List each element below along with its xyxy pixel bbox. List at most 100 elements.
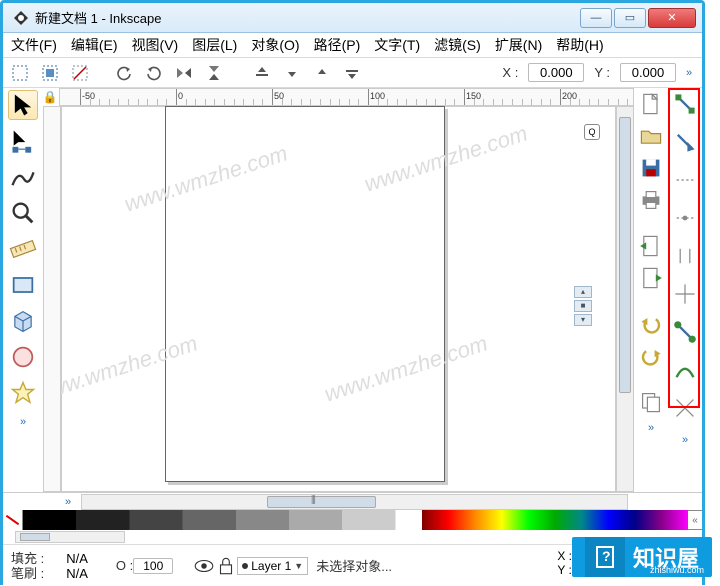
app-icon bbox=[13, 10, 29, 26]
menu-path[interactable]: 路径(P) bbox=[314, 35, 361, 55]
stroke-value[interactable]: N/A bbox=[66, 566, 88, 581]
layer-lock-icon[interactable] bbox=[215, 556, 237, 576]
layer-visibility-icon[interactable] bbox=[193, 556, 215, 576]
minimize-button[interactable]: — bbox=[580, 8, 612, 28]
brand-icon bbox=[585, 537, 625, 577]
tool-node[interactable] bbox=[8, 126, 38, 156]
selection-message: 未选择对象... bbox=[316, 556, 392, 575]
window-title: 新建文档 1 - Inkscape bbox=[35, 8, 580, 27]
menu-filter[interactable]: 滤镜(S) bbox=[434, 35, 481, 55]
tool-selector[interactable] bbox=[8, 90, 38, 120]
toolbox: » bbox=[3, 88, 43, 492]
horizontal-ruler[interactable]: -50050100150200250 bbox=[59, 88, 634, 106]
layer-selector[interactable]: Layer 1 ▼ bbox=[237, 557, 308, 575]
titlebar[interactable]: 新建文档 1 - Inkscape — ▭ ✕ bbox=[3, 3, 702, 33]
tool-rect[interactable] bbox=[8, 270, 38, 300]
quick-zoom-icon[interactable]: Q bbox=[584, 124, 600, 140]
cmd-save-icon[interactable] bbox=[639, 156, 663, 180]
snap-panel: » bbox=[668, 88, 702, 492]
menu-edit[interactable]: 编辑(E) bbox=[71, 35, 118, 55]
app-window: 新建文档 1 - Inkscape — ▭ ✕ 文件(F) 编辑(E) 视图(V… bbox=[0, 0, 705, 585]
cmd-undo-icon[interactable] bbox=[639, 312, 663, 336]
opt-select-inlayer-icon[interactable] bbox=[37, 61, 63, 85]
menu-text[interactable]: 文字(T) bbox=[374, 35, 420, 55]
opt-rotate-ccw-icon[interactable] bbox=[111, 61, 137, 85]
tool-circle[interactable] bbox=[8, 342, 38, 372]
coord-y-label: Y : bbox=[594, 65, 610, 80]
coord-x-label: X : bbox=[502, 65, 518, 80]
page-boundary bbox=[165, 106, 445, 482]
menu-extension[interactable]: 扩展(N) bbox=[495, 35, 542, 55]
snap-intersection-icon[interactable] bbox=[673, 396, 697, 420]
fill-label: 填充 : bbox=[11, 551, 44, 566]
opt-rotate-cw-icon[interactable] bbox=[141, 61, 167, 85]
guides-lock-icon[interactable]: 🔒 bbox=[41, 88, 59, 106]
brand-url: zhishiwu.com bbox=[650, 565, 704, 575]
snap-corner-icon[interactable] bbox=[673, 206, 697, 230]
tool-measure[interactable] bbox=[8, 234, 38, 264]
horizontal-scrollbar-row: » bbox=[3, 492, 702, 510]
opt-flip-h-icon[interactable] bbox=[171, 61, 197, 85]
menu-file[interactable]: 文件(F) bbox=[11, 35, 57, 55]
opt-deselect-icon[interactable] bbox=[67, 61, 93, 85]
snap-overflow[interactable]: » bbox=[676, 434, 694, 446]
menu-help[interactable]: 帮助(H) bbox=[556, 35, 603, 55]
tool-options-bar: X : Y : » bbox=[3, 58, 702, 88]
cmd-copy-icon[interactable] bbox=[639, 390, 663, 414]
tool-zoom[interactable] bbox=[8, 198, 38, 228]
snap-path-icon[interactable] bbox=[673, 358, 697, 382]
opt-lower-icon[interactable] bbox=[279, 61, 305, 85]
vertical-scrollbar[interactable] bbox=[616, 106, 634, 492]
snap-bbox-icon[interactable] bbox=[673, 130, 697, 154]
opt-select-all-icon[interactable] bbox=[7, 61, 33, 85]
chevron-down-icon: ▼ bbox=[294, 561, 303, 571]
fill-value[interactable]: N/A bbox=[66, 551, 88, 566]
opacity-input[interactable]: 100 bbox=[133, 558, 173, 574]
opt-raise-icon[interactable] bbox=[309, 61, 335, 85]
horizontal-scrollbar[interactable] bbox=[81, 494, 628, 510]
canvas-area: 🔒 -50050100150200250 www.wmzhe.com www.w… bbox=[43, 88, 634, 492]
menu-view[interactable]: 视图(V) bbox=[132, 35, 179, 55]
snap-midpoint-icon[interactable] bbox=[673, 244, 697, 268]
toolbox-overflow[interactable]: » bbox=[14, 416, 32, 428]
menu-object[interactable]: 对象(O) bbox=[251, 35, 299, 55]
vertical-ruler[interactable] bbox=[43, 106, 61, 492]
snap-nodes-icon[interactable] bbox=[673, 320, 697, 344]
coord-y-input[interactable] bbox=[620, 63, 676, 82]
swatch-none[interactable] bbox=[3, 510, 23, 530]
toolbox-overflow-bottom[interactable]: » bbox=[59, 496, 77, 508]
snap-edge-icon[interactable] bbox=[673, 168, 697, 192]
swatch-strip[interactable] bbox=[23, 510, 688, 530]
tool-star[interactable] bbox=[8, 378, 38, 408]
commands-overflow[interactable]: » bbox=[642, 422, 660, 434]
stroke-label: 笔刷 : bbox=[11, 566, 44, 581]
close-button[interactable]: ✕ bbox=[648, 8, 696, 28]
cmd-open-icon[interactable] bbox=[639, 124, 663, 148]
opacity-label: O : bbox=[116, 558, 133, 573]
menubar: 文件(F) 编辑(E) 视图(V) 图层(L) 对象(O) 路径(P) 文字(T… bbox=[3, 33, 702, 58]
tool-3dbox[interactable] bbox=[8, 306, 38, 336]
menu-layer[interactable]: 图层(L) bbox=[192, 35, 237, 55]
maximize-button[interactable]: ▭ bbox=[614, 8, 646, 28]
palette-menu-icon[interactable]: « bbox=[688, 515, 702, 526]
cmd-print-icon[interactable] bbox=[639, 188, 663, 212]
canvas-pan-wheel[interactable]: ▴■▾ bbox=[574, 286, 592, 326]
opt-lower-bottom-icon[interactable] bbox=[249, 61, 275, 85]
cmd-new-icon[interactable] bbox=[639, 92, 663, 116]
commandbar-overflow[interactable]: » bbox=[680, 67, 698, 79]
color-palette: « bbox=[3, 510, 702, 530]
status-y-label: Y : bbox=[557, 563, 571, 577]
brand-overlay: 知识屋 zhishiwu.com bbox=[572, 537, 712, 577]
tool-tweak[interactable] bbox=[8, 162, 38, 192]
snap-center-icon[interactable] bbox=[673, 282, 697, 306]
layer-name: Layer 1 bbox=[251, 559, 291, 573]
opt-raise-top-icon[interactable] bbox=[339, 61, 365, 85]
coord-x-input[interactable] bbox=[528, 63, 584, 82]
canvas[interactable]: www.wmzhe.com www.wmzhe.com www.wmzhe.co… bbox=[61, 106, 616, 492]
cmd-redo-icon[interactable] bbox=[639, 344, 663, 368]
cmd-import-icon[interactable] bbox=[639, 234, 663, 258]
snap-enable-icon[interactable] bbox=[673, 92, 697, 116]
opt-flip-v-icon[interactable] bbox=[201, 61, 227, 85]
commands-panel: » bbox=[634, 88, 668, 492]
cmd-export-icon[interactable] bbox=[639, 266, 663, 290]
